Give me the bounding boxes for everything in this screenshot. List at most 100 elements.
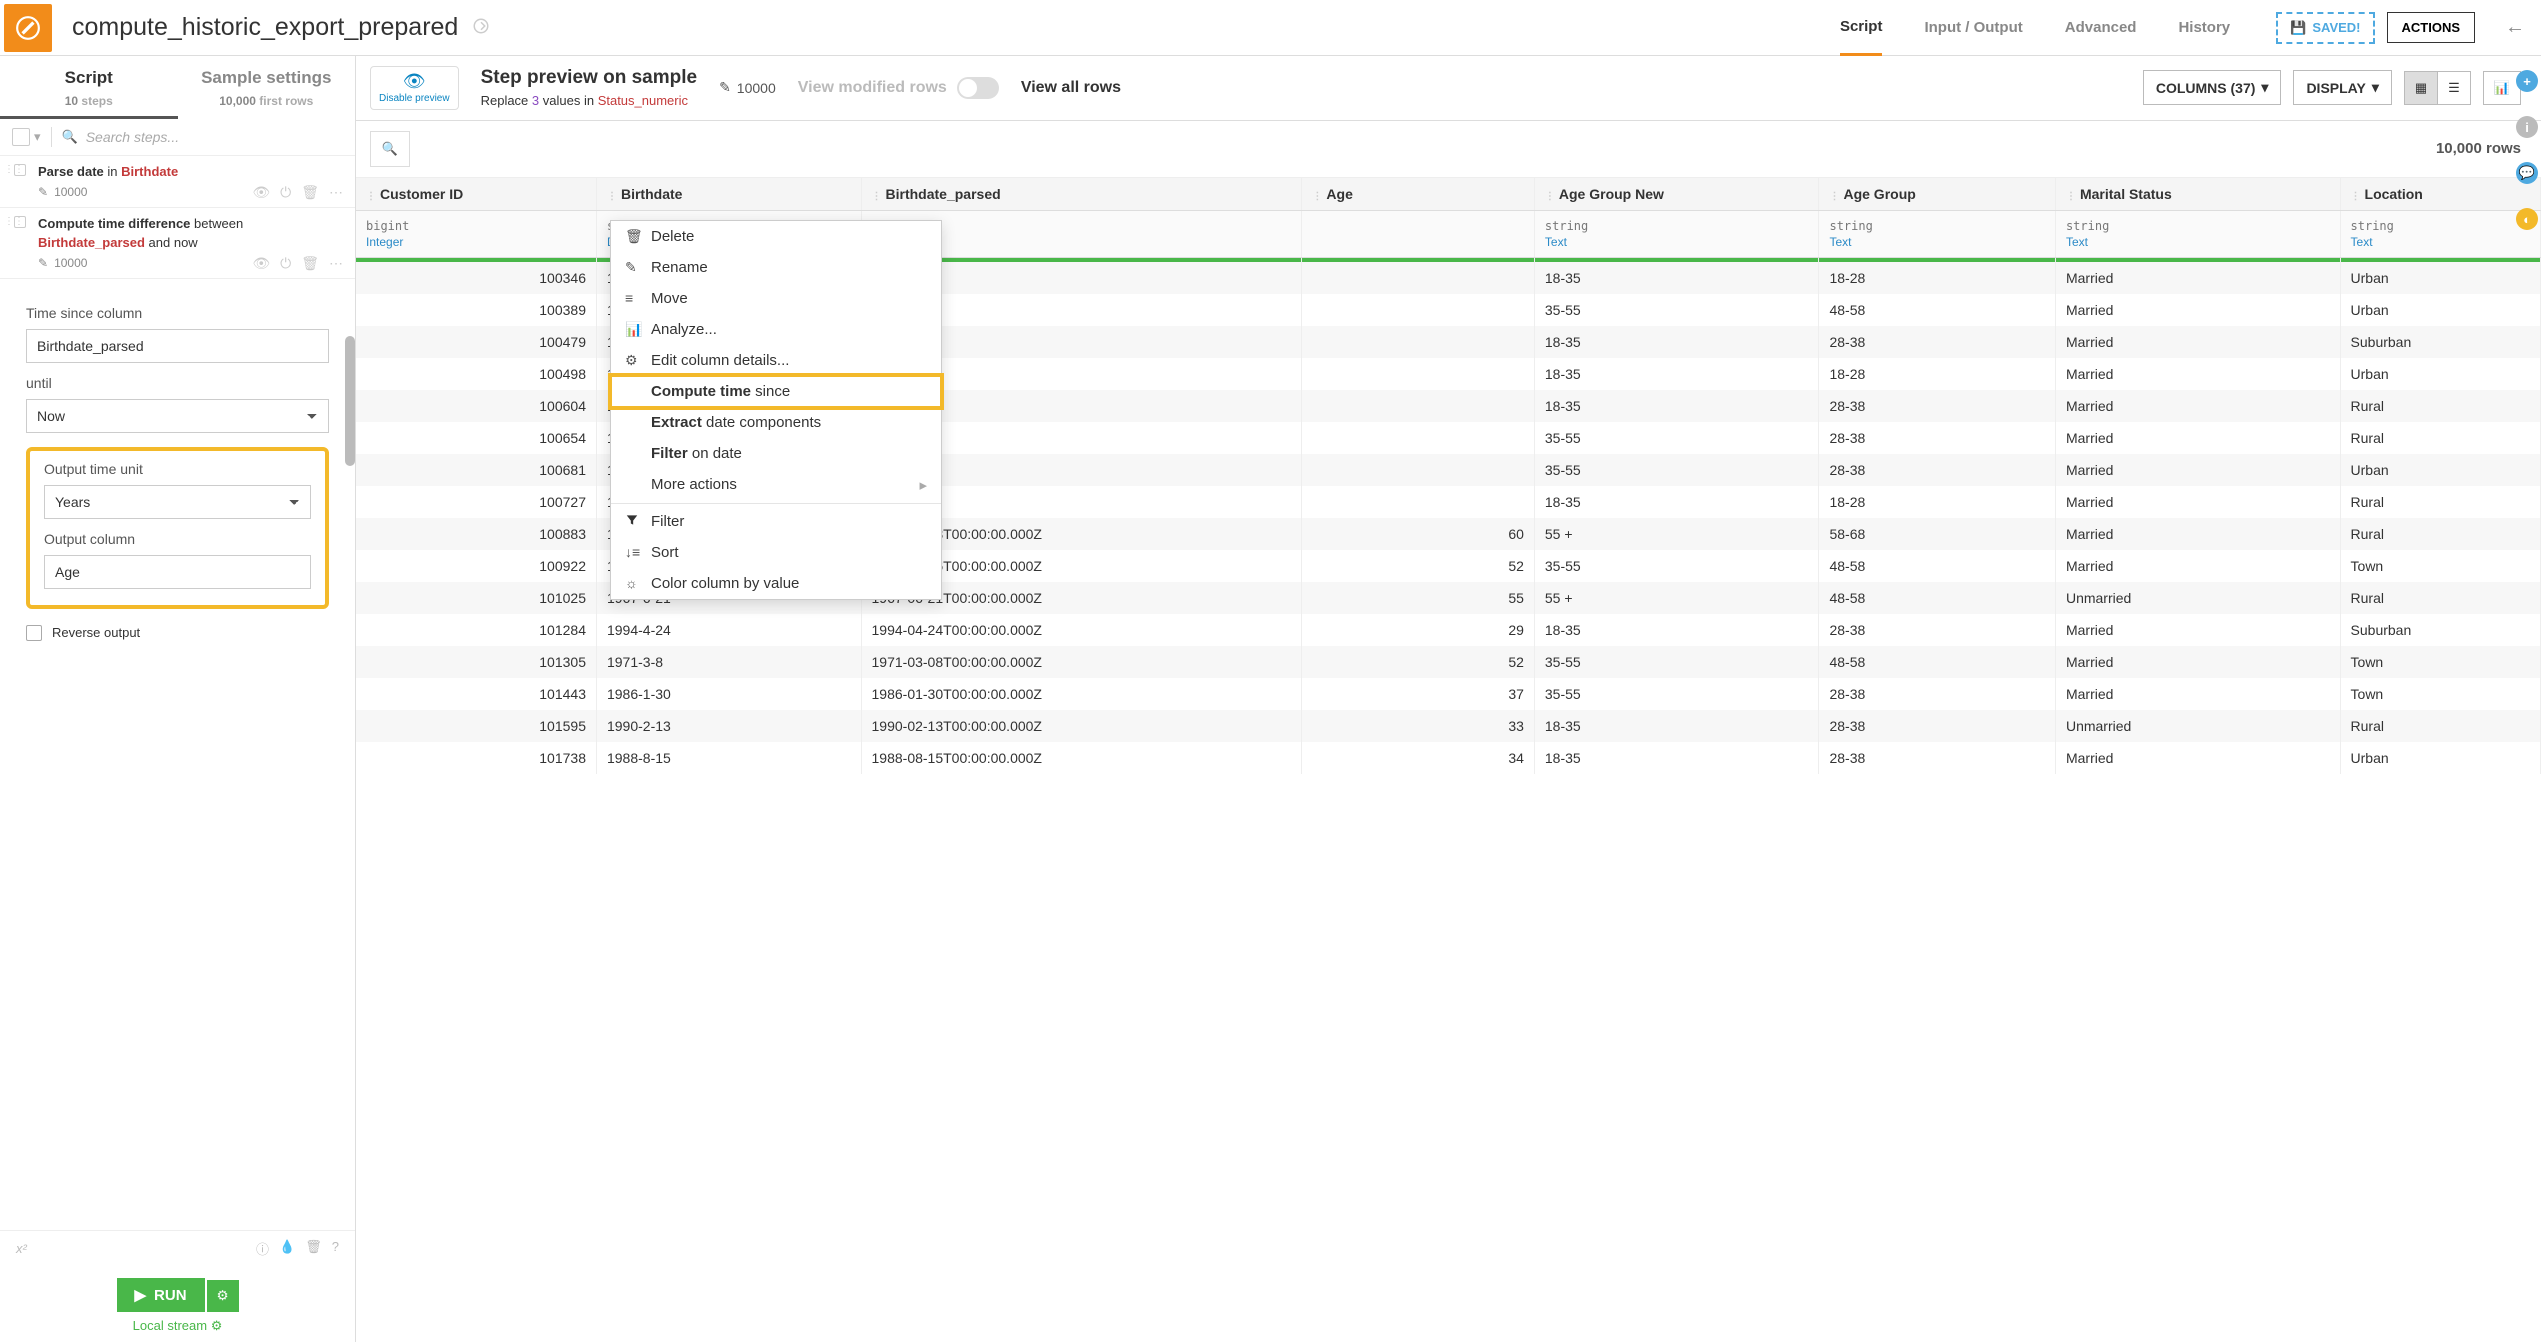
cell[interactable]: 101738 (356, 742, 596, 774)
cell[interactable]: 100604 (356, 390, 596, 422)
cell[interactable] (1302, 358, 1534, 390)
cell[interactable]: 18-35 (1534, 326, 1819, 358)
nav-icon[interactable] (472, 17, 490, 38)
cell[interactable]: 1986-01-30T00:00:00.000Z (861, 678, 1302, 710)
cell[interactable]: Suburban (2340, 326, 2540, 358)
context-menu-item[interactable]: Filter (611, 506, 941, 537)
cell[interactable]: 101025 (356, 582, 596, 614)
cell[interactable]: Suburban (2340, 614, 2540, 646)
cell[interactable]: Town (2340, 550, 2540, 582)
cell[interactable]: 18-35 (1534, 742, 1819, 774)
cell[interactable] (1302, 326, 1534, 358)
cell[interactable] (1302, 454, 1534, 486)
cell[interactable]: 18-28 (1819, 486, 2055, 518)
cell[interactable]: 48-58 (1819, 582, 2055, 614)
grid-search-button[interactable]: 🔍 (370, 131, 410, 167)
cell[interactable]: 1971-3-8 (596, 646, 861, 678)
cell[interactable]: 18-28 (1819, 358, 2055, 390)
context-menu-item[interactable]: More actions▸ (611, 469, 941, 501)
info-icon[interactable]: ⓘ (256, 1239, 269, 1258)
table-row[interactable]: 1014431986-1-301986-01-30T00:00:00.000Z 3… (356, 678, 2541, 710)
cell[interactable]: Unmarried (2055, 582, 2340, 614)
cell[interactable]: 1990-2-13 (596, 710, 861, 742)
cell[interactable]: 48-58 (1819, 646, 2055, 678)
rail-info-icon[interactable]: i (2516, 116, 2538, 138)
cell[interactable]: 28-38 (1819, 454, 2055, 486)
cell[interactable]: 100479 (356, 326, 596, 358)
cell[interactable]: 35-55 (1534, 678, 1819, 710)
tab-script[interactable]: Script 10 steps (0, 56, 178, 119)
cell[interactable]: 35-55 (1534, 550, 1819, 582)
context-menu-item[interactable]: ↓≡Sort (611, 537, 941, 568)
top-nav-script[interactable]: Script (1840, 0, 1883, 56)
scrollbar-handle[interactable] (345, 336, 355, 466)
cell[interactable]: 1994-4-24 (596, 614, 861, 646)
cell[interactable]: 35-55 (1534, 646, 1819, 678)
cell[interactable]: 1994-04-24T00:00:00.000Z (861, 614, 1302, 646)
cell[interactable]: 101443 (356, 678, 596, 710)
context-menu-item[interactable]: 📊Analyze... (611, 314, 941, 345)
column-header[interactable]: ⋮Birthdate (596, 178, 861, 211)
cell[interactable]: 52 (1302, 550, 1534, 582)
output-unit-select[interactable]: Years (44, 485, 311, 519)
cell[interactable]: 100922 (356, 550, 596, 582)
cell[interactable] (1302, 294, 1534, 326)
cell[interactable]: 34 (1302, 742, 1534, 774)
column-header[interactable]: ⋮Marital Status (2055, 178, 2340, 211)
cell[interactable]: 29 (1302, 614, 1534, 646)
rail-add-icon[interactable]: + (2516, 70, 2538, 92)
cell[interactable]: 55 + (1534, 582, 1819, 614)
cell[interactable]: 1986-1-30 (596, 678, 861, 710)
cell[interactable]: 1988-08-15T00:00:00.000Z (861, 742, 1302, 774)
cell[interactable]: 35-55 (1534, 422, 1819, 454)
columns-dropdown[interactable]: COLUMNS (37)▾ (2143, 70, 2282, 105)
time-since-input[interactable] (26, 329, 329, 363)
cell[interactable]: Married (2055, 454, 2340, 486)
cell[interactable]: Unmarried (2055, 710, 2340, 742)
step-checkbox[interactable] (14, 216, 26, 228)
cell[interactable]: Urban (2340, 742, 2540, 774)
cell[interactable]: Town (2340, 646, 2540, 678)
cell[interactable]: 28-38 (1819, 614, 2055, 646)
column-meaning[interactable]: Text (1819, 233, 2055, 258)
cell[interactable]: Rural (2340, 518, 2540, 550)
cell[interactable] (1302, 486, 1534, 518)
saved-button[interactable]: 💾 SAVED! (2276, 12, 2374, 44)
cell[interactable]: 18-35 (1534, 358, 1819, 390)
cell[interactable] (1302, 422, 1534, 454)
cell[interactable]: Married (2055, 646, 2340, 678)
context-menu-item[interactable]: Compute time since (611, 376, 941, 407)
cell[interactable]: Married (2055, 518, 2340, 550)
view-list-button[interactable]: ☰ (2438, 72, 2470, 104)
context-menu-item[interactable]: ⚙Edit column details... (611, 345, 941, 376)
more-icon[interactable]: ⋯ (329, 255, 343, 272)
cell[interactable]: Town (2340, 678, 2540, 710)
actions-button[interactable]: ACTIONS (2387, 12, 2476, 43)
context-menu-item[interactable]: ≡Move (611, 283, 941, 314)
cell[interactable]: Married (2055, 390, 2340, 422)
rail-comment-icon[interactable]: 💬 (2516, 162, 2538, 184)
chevron-down-icon[interactable]: ▾ (34, 129, 41, 145)
cell[interactable]: Married (2055, 614, 2340, 646)
trash-icon[interactable]: 🗑 (305, 1239, 322, 1258)
column-header[interactable]: ⋮Customer ID (356, 178, 596, 211)
table-row[interactable]: 1015951990-2-131990-02-13T00:00:00.000Z3… (356, 710, 2541, 742)
disable-preview-button[interactable]: 👁 Disable preview (370, 66, 459, 110)
cell[interactable]: 48-58 (1819, 550, 2055, 582)
cell[interactable]: 18-35 (1534, 390, 1819, 422)
output-col-input[interactable] (44, 555, 311, 589)
cell[interactable]: 1971-03-08T00:00:00.000Z (861, 646, 1302, 678)
cell[interactable]: Rural (2340, 710, 2540, 742)
context-menu-item[interactable]: Extract date components (611, 407, 941, 438)
cell[interactable]: 28-38 (1819, 742, 2055, 774)
cell[interactable]: 35-55 (1534, 454, 1819, 486)
rail-history-icon[interactable]: ◐ (2516, 208, 2538, 230)
table-row[interactable]: 1017381988-8-151988-08-15T00:00:00.000Z3… (356, 742, 2541, 774)
column-meaning[interactable]: Text (2340, 233, 2540, 258)
eye-icon[interactable]: 👁 (252, 255, 270, 272)
cell[interactable]: Married (2055, 326, 2340, 358)
view-toggle[interactable] (957, 77, 999, 99)
tab-sample[interactable]: Sample settings 10,000 first rows (178, 56, 356, 119)
column-header[interactable]: ⋮Age (1302, 178, 1534, 211)
step-card-time-diff[interactable]: ⋮⋮ Compute time difference between Birth… (0, 208, 355, 279)
